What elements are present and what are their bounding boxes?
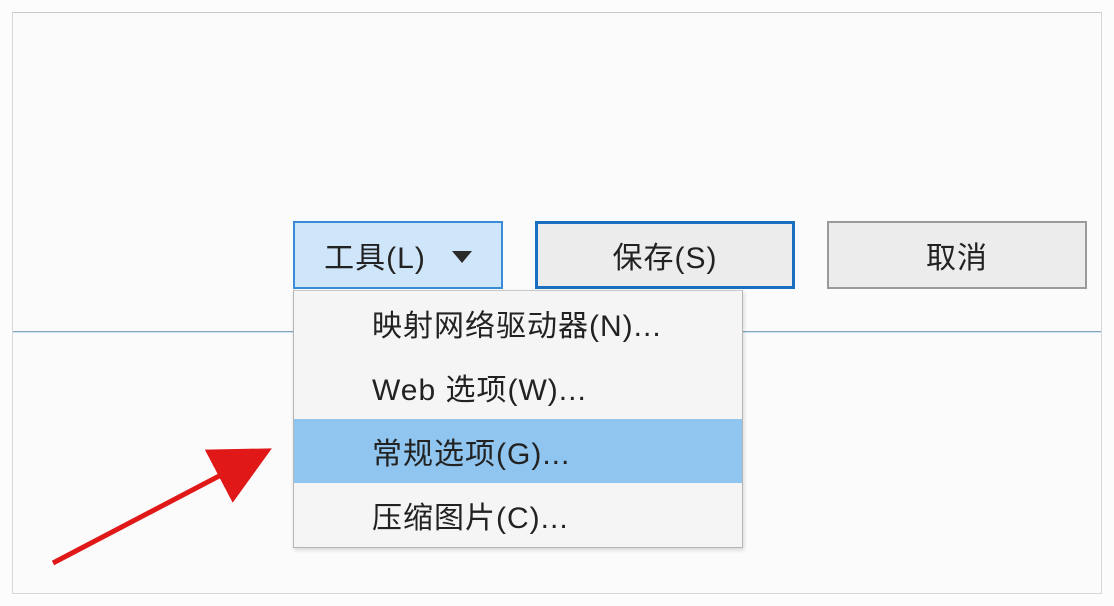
menu-item-general-options[interactable]: 常规选项(G)... bbox=[294, 419, 742, 483]
menu-item-map-network-drive[interactable]: 映射网络驱动器(N)... bbox=[294, 291, 742, 355]
tools-button-label: 工具(L) bbox=[324, 233, 426, 277]
menu-item-label: 常规选项(G)... bbox=[372, 429, 570, 473]
dialog-button-row: 工具(L) 保存(S) 取消 bbox=[293, 221, 1087, 289]
save-button-label: 保存(S) bbox=[613, 233, 718, 277]
menu-item-web-options[interactable]: Web 选项(W)... bbox=[294, 355, 742, 419]
cancel-button[interactable]: 取消 bbox=[827, 221, 1087, 289]
save-button[interactable]: 保存(S) bbox=[535, 221, 795, 289]
menu-item-compress-pictures[interactable]: 压缩图片(C)... bbox=[294, 483, 742, 547]
dialog-frame: 工具(L) 保存(S) 取消 映射网络驱动器(N)... Web 选项(W)..… bbox=[12, 12, 1102, 594]
cancel-button-label: 取消 bbox=[926, 233, 988, 277]
tools-dropdown-button[interactable]: 工具(L) bbox=[293, 221, 503, 289]
menu-item-label: 映射网络驱动器(N)... bbox=[372, 301, 662, 345]
tools-dropdown-menu: 映射网络驱动器(N)... Web 选项(W)... 常规选项(G)... 压缩… bbox=[293, 290, 743, 548]
arrow-annotation-icon bbox=[43, 413, 293, 573]
menu-item-label: Web 选项(W)... bbox=[372, 365, 587, 409]
menu-item-label: 压缩图片(C)... bbox=[372, 493, 569, 537]
chevron-down-icon bbox=[452, 251, 472, 263]
